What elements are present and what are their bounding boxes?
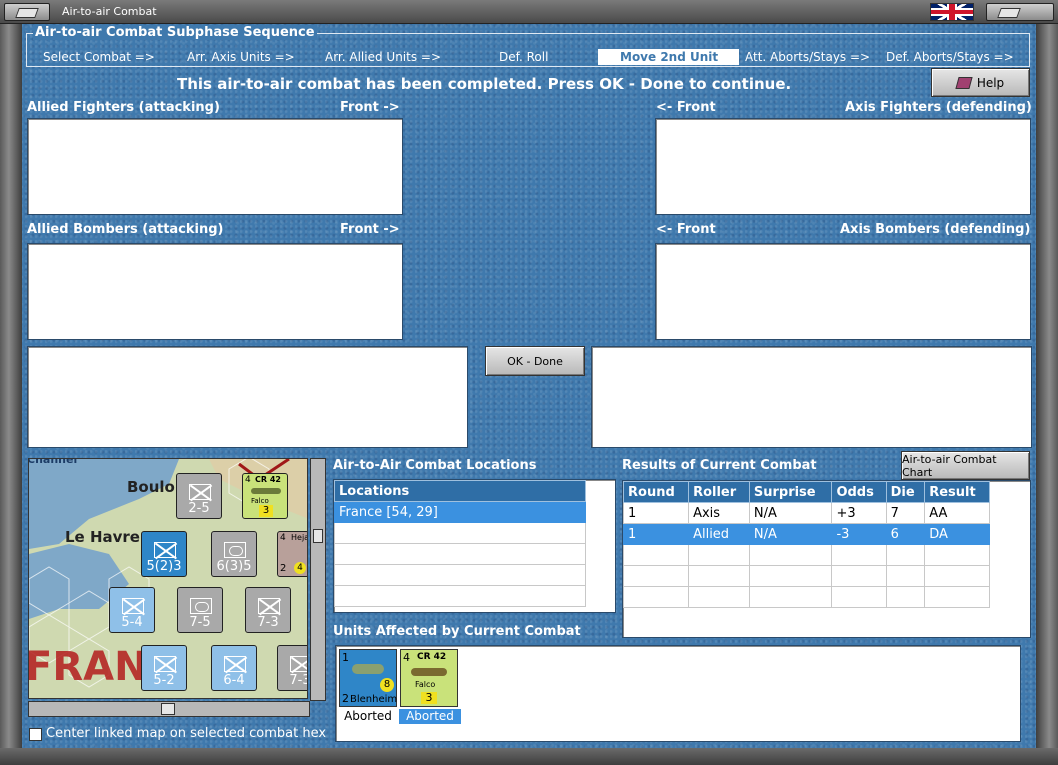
step-arr-axis-units: Arr. Axis Units => — [187, 50, 295, 64]
window-frame-left — [0, 24, 22, 765]
air-combat-chart-button[interactable]: Air-to-air Combat Chart — [901, 451, 1030, 480]
allied-fighters-label: Allied Fighters (attacking) — [27, 100, 220, 115]
step-select-combat: Select Combat => — [43, 50, 155, 64]
map-vertical-scrollbar[interactable] — [310, 458, 326, 701]
window-title: Air-to-air Combat — [62, 5, 157, 18]
map-air-counter-heja[interactable]: 4 Heja 2 4 — [277, 531, 307, 577]
results-title: Results of Current Combat — [622, 458, 817, 473]
map-label-le-havre: Le Havre — [65, 528, 140, 546]
affected-units-list[interactable]: 1 8 2 Blenheim Aborted 4 CR 42 Falco 3 A… — [335, 645, 1021, 742]
axis-fighters-label: Axis Fighters (defending) — [845, 100, 1032, 115]
center-map-checkbox[interactable] — [29, 728, 42, 741]
step-move-2nd-unit: Move 2nd Unit — [598, 49, 739, 65]
status-message: This air-to-air combat has been complete… — [177, 75, 792, 93]
location-row — [334, 585, 586, 607]
map-vscroll-thumb[interactable] — [313, 529, 323, 543]
map-counter[interactable]: 6-4 — [211, 645, 257, 691]
results-header-surprise: Surprise — [748, 481, 833, 503]
allied-bombers-label: Allied Bombers (attacking) — [27, 222, 224, 237]
allied-fighters-front-label: Front -> — [340, 100, 400, 115]
map-hscroll-thumb[interactable] — [161, 703, 175, 715]
subphase-legend: Air-to-air Combat Subphase Sequence — [33, 25, 317, 40]
results-header-result: Result — [924, 481, 990, 503]
allied-fighters-box[interactable] — [27, 118, 403, 215]
title-bar: Air-to-air Combat — [0, 0, 1058, 24]
unit-status-blenheim: Aborted — [344, 709, 392, 723]
window-frame-bottom — [0, 748, 1058, 765]
allied-results-box — [27, 346, 468, 448]
results-header-odds: Odds — [831, 481, 887, 503]
table-row[interactable]: 1 Axis N/A +3 7 AA — [622, 502, 990, 524]
map-counter[interactable]: 5-4 — [109, 587, 155, 633]
map-label-boulogne: Boulo — [127, 478, 175, 496]
bomber-icon — [352, 664, 384, 674]
axis-bombers-label: Axis Bombers (defending) — [840, 222, 1031, 237]
locations-title: Air-to-Air Combat Locations — [333, 458, 537, 473]
map-counter[interactable]: 6(3)5 — [211, 531, 257, 577]
map-counter[interactable]: 7-3 — [277, 645, 307, 691]
uk-flag-icon — [930, 3, 974, 21]
location-row — [334, 564, 586, 586]
window-menu-button[interactable] — [4, 3, 50, 21]
table-row — [622, 586, 990, 608]
step-def-roll: Def. Roll — [499, 50, 549, 64]
step-def-aborts-stays: Def. Aborts/Stays => — [886, 50, 1014, 64]
table-row — [622, 544, 990, 566]
ok-done-button[interactable]: OK - Done — [485, 346, 585, 376]
axis-bombers-box[interactable] — [655, 243, 1031, 340]
map-air-counter-cr42[interactable]: 4 CR 42 Falco 3 — [242, 473, 288, 519]
help-label: Help — [976, 75, 1005, 90]
book-icon — [955, 76, 973, 89]
axis-results-box — [591, 346, 1032, 448]
axis-bombers-front-label: <- Front — [656, 222, 716, 237]
location-row — [334, 543, 586, 565]
table-row[interactable]: 1 Allied N/A -3 6 DA — [622, 523, 990, 545]
map-counter[interactable]: 2-5 — [176, 473, 222, 519]
plane-icon — [411, 668, 447, 676]
allied-bombers-front-label: Front -> — [340, 222, 400, 237]
results-header-roller: Roller — [688, 481, 750, 503]
table-row — [622, 565, 990, 587]
location-row[interactable]: France [54, 29] — [334, 501, 586, 523]
step-att-aborts-stays: Att. Aborts/Stays => — [745, 50, 871, 64]
map-label-channel: Channel — [28, 458, 78, 466]
plane-icon — [251, 488, 281, 494]
allied-bombers-box[interactable] — [27, 243, 403, 340]
close-button[interactable] — [986, 3, 1054, 21]
locations-header: Locations — [334, 480, 586, 502]
map-horizontal-scrollbar[interactable] — [28, 701, 310, 717]
axis-fighters-box[interactable] — [655, 118, 1031, 215]
unit-status-cr42: Aborted — [399, 709, 461, 724]
results-table-container: Round Roller Surprise Odds Die Result 1A… — [622, 480, 1031, 638]
axis-fighters-front-label: <- Front — [656, 100, 716, 115]
locations-list[interactable]: Locations France [54, 29] — [333, 479, 616, 613]
linked-map[interactable]: Channel Boulo Le Havre FRANC 2-5 5(2)3 6… — [28, 458, 308, 699]
center-map-label: Center linked map on selected combat hex — [46, 726, 327, 741]
affected-title: Units Affected by Current Combat — [333, 624, 581, 639]
map-counter[interactable]: 7-5 — [177, 587, 223, 633]
map-counter[interactable]: 7-3 — [245, 587, 291, 633]
map-counter[interactable]: 5-2 — [141, 645, 187, 691]
unit-counter-cr42[interactable]: 4 CR 42 Falco 3 — [400, 649, 458, 707]
window-frame-right — [1036, 24, 1058, 765]
help-button[interactable]: Help — [931, 68, 1030, 97]
unit-counter-blenheim[interactable]: 1 8 2 Blenheim — [339, 649, 397, 707]
step-arr-allied-units: Arr. Allied Units => — [325, 50, 442, 64]
subphase-sequence: Air-to-air Combat Subphase Sequence Sele… — [26, 25, 1030, 67]
results-header-die: Die — [885, 481, 926, 503]
results-header-round: Round — [622, 481, 690, 503]
location-row — [334, 522, 586, 544]
map-counter[interactable]: 5(2)3 — [141, 531, 187, 577]
